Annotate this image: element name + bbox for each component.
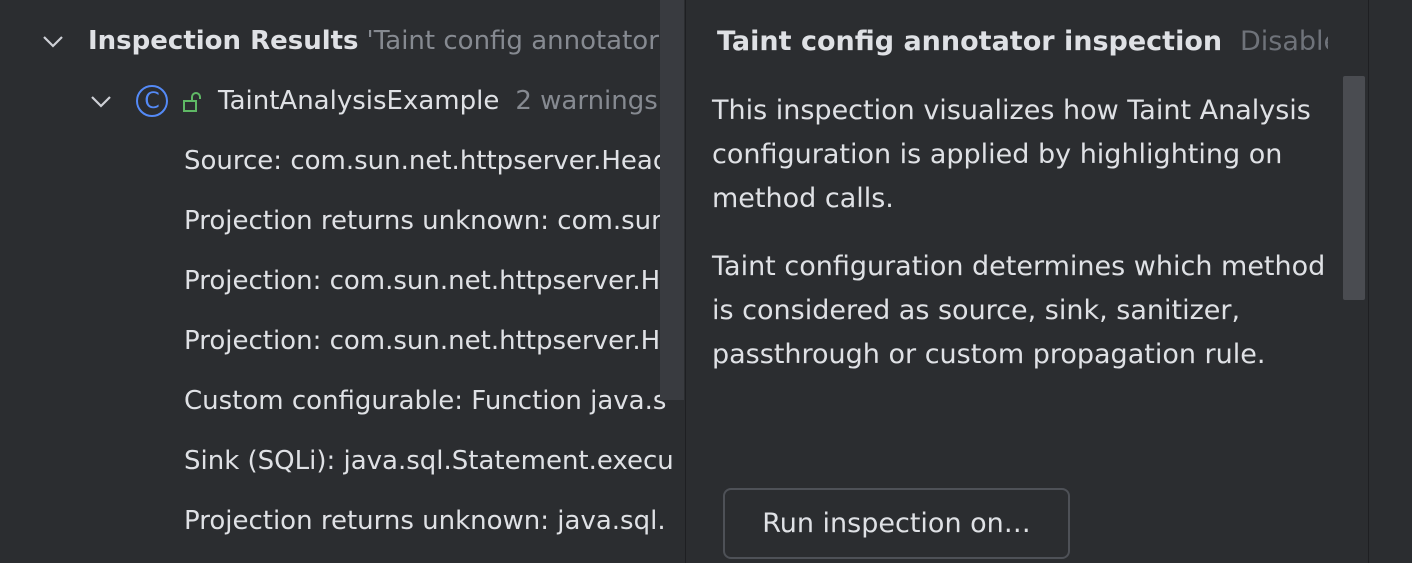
unlocked-icon bbox=[182, 90, 204, 112]
inspection-results-tree[interactable]: Inspection Results 'Taint config annotat… bbox=[0, 0, 686, 563]
tree-item-label: Projection returns unknown: java.sql. bbox=[184, 506, 666, 536]
tree-item-label: Projection: com.sun.net.httpserver.H bbox=[184, 326, 661, 356]
class-node-label: TaintAnalysisExample bbox=[218, 86, 500, 116]
tree-item-row[interactable]: Projection returns unknown: com.sun bbox=[184, 191, 668, 251]
description-scrollbar[interactable] bbox=[1343, 76, 1365, 300]
tree-item-row[interactable]: Custom configurable: Function java.s bbox=[184, 371, 666, 431]
inspection-description-panel: Taint config annotator inspection Disabl… bbox=[686, 0, 1368, 563]
chevron-down-icon[interactable] bbox=[40, 28, 66, 54]
class-icon: C bbox=[136, 85, 168, 117]
tree-class-row[interactable]: C TaintAnalysisExample 2 warnings bbox=[88, 71, 658, 131]
tree-item-row[interactable]: Projection: com.sun.net.httpserver.H bbox=[184, 251, 660, 311]
chevron-down-icon[interactable] bbox=[88, 88, 114, 114]
warning-count: 2 warnings bbox=[515, 86, 658, 116]
tree-item-row[interactable]: Projection returns unknown: java.sql. bbox=[184, 491, 666, 551]
tree-item-label: Source: com.sun.net.httpserver.Head bbox=[184, 146, 670, 176]
disable-link[interactable]: Disable bbox=[1240, 26, 1328, 57]
tree-item-label: Projection returns unknown: com.sun bbox=[184, 206, 668, 236]
description-paragraph: Taint configuration determines which met… bbox=[712, 251, 1326, 370]
description-title: Taint config annotator inspection bbox=[717, 26, 1223, 57]
tree-item-row[interactable]: Source: com.sun.net.httpserver.Head bbox=[184, 131, 669, 191]
tree-item-label: Projection: com.sun.net.httpserver.H bbox=[184, 266, 661, 296]
tree-item-label: Sink (SQLi): java.sql.Statement.execu bbox=[184, 446, 674, 476]
tree-root-suffix: 'Taint config annotator' bbox=[366, 26, 667, 56]
tree-root-row[interactable]: Inspection Results 'Taint config annotat… bbox=[40, 11, 666, 71]
inspection-window: Inspection Results 'Taint config annotat… bbox=[0, 0, 1412, 563]
tool-window-edge bbox=[1368, 0, 1412, 563]
tree-item-row[interactable]: Sink (SQLi): java.sql.Statement.execu bbox=[184, 431, 674, 491]
run-inspection-button[interactable]: Run inspection on… bbox=[723, 488, 1070, 559]
tree-item-label: Custom configurable: Function java.s bbox=[184, 386, 667, 416]
description-paragraph: This inspection visualizes how Taint Ana… bbox=[712, 95, 1311, 214]
tree-item-row[interactable]: Projection: com.sun.net.httpserver.H bbox=[184, 311, 660, 371]
tree-root-label: Inspection Results bbox=[88, 26, 359, 56]
tree-scrollbar[interactable] bbox=[660, 0, 684, 400]
